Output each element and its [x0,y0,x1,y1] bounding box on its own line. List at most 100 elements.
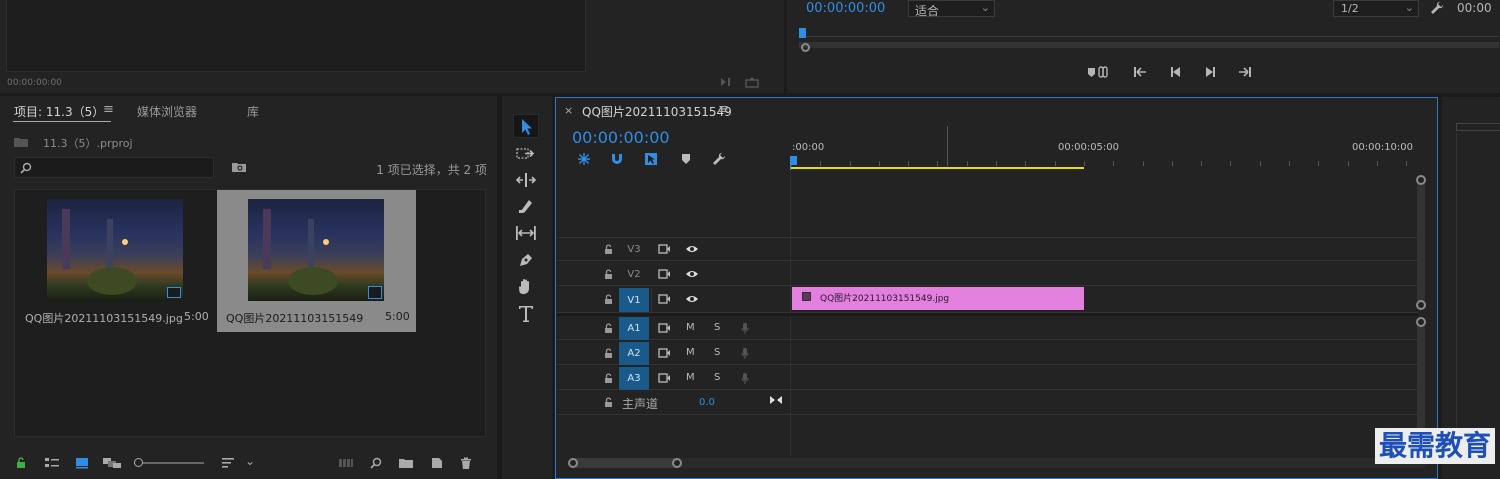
solo-button[interactable]: S [714,322,720,333]
timeline-horizontal-scrollbar[interactable] [568,458,1428,468]
scroll-handle[interactable] [672,458,682,468]
snap-icon[interactable] [609,152,625,166]
track-lock-icon[interactable] [601,396,615,408]
track-lock-icon[interactable] [601,322,615,334]
track-label-a1[interactable]: A1 [619,317,649,340]
zoom-slider[interactable] [134,458,204,467]
program-timecode[interactable]: 00:00:00:00 [806,1,885,16]
track-label-v1[interactable]: V1 [619,288,649,312]
timeline-settings-wrench-icon[interactable] [711,151,727,167]
track-lock-icon[interactable] [601,268,615,280]
insert-icon[interactable] [718,75,734,89]
project-item[interactable]: QQ图片20211103151549.jpg 5:00 [15,190,216,332]
zoom-select[interactable]: 适合 ⌄ [908,0,995,18]
video-vertical-scrollbar[interactable] [1417,178,1425,309]
sync-lock-icon[interactable] [657,347,671,359]
track-label-v2[interactable]: V2 [619,263,649,285]
solo-button[interactable]: S [714,372,720,383]
eye-icon[interactable] [684,293,700,305]
track-select-tool-icon[interactable] [514,144,538,164]
track-label-v3[interactable]: V3 [619,238,649,260]
new-search-bin-icon[interactable] [230,159,248,175]
timeline-timecode[interactable]: 00:00:00:00 [572,128,670,147]
program-scroll-handle[interactable] [801,43,810,52]
track-lock-icon[interactable] [601,347,615,359]
sync-lock-icon[interactable] [657,243,671,255]
scroll-handle[interactable] [1416,300,1426,310]
master-track[interactable] [557,391,1418,415]
trash-icon[interactable] [458,456,474,470]
program-ruler[interactable] [799,30,1499,52]
sync-lock-icon[interactable] [657,293,671,305]
zoom-slider-handle[interactable] [134,458,143,467]
timeline-clip[interactable]: QQ图片20211103151549.jpg [792,287,1084,310]
microphone-icon[interactable] [738,371,752,385]
freeform-view-icon[interactable] [101,456,123,470]
microphone-icon[interactable] [738,346,752,360]
tab-media-browser[interactable]: 媒体浏览器 [137,103,197,120]
sync-lock-icon[interactable] [657,372,671,384]
microphone-icon[interactable] [738,321,752,335]
source-patch-v1[interactable] [651,288,652,312]
master-volume[interactable]: 0.0 [699,397,715,408]
lock-icon[interactable] [14,456,28,470]
step-back-icon[interactable] [1167,64,1185,80]
new-bin-icon[interactable] [397,456,415,470]
scroll-handle[interactable] [568,458,578,468]
icon-view-icon[interactable] [73,456,91,470]
automate-to-sequence-icon[interactable] [337,456,355,470]
chevron-down-icon[interactable]: ⌄ [245,454,255,468]
hand-tool-icon[interactable] [514,276,538,296]
go-to-next-edit-icon[interactable] [768,394,784,406]
solo-button[interactable]: S [714,347,720,358]
step-forward-icon[interactable] [1201,64,1219,80]
add-marker-icon[interactable] [1086,64,1110,80]
search-input[interactable] [14,157,214,178]
scroll-handle[interactable] [1416,317,1426,327]
track-lock-icon[interactable] [601,293,615,305]
eye-icon[interactable] [684,268,700,280]
sequence-tab[interactable]: QQ图片20211103151549 [582,103,732,120]
track-label-a3[interactable]: A3 [619,367,649,390]
selection-tool[interactable] [513,114,539,138]
go-to-out-icon[interactable] [1236,64,1254,80]
wrench-icon[interactable] [1429,0,1445,16]
go-to-in-icon[interactable] [1131,64,1149,80]
track-lock-icon[interactable] [601,372,615,384]
slip-tool-icon[interactable] [514,223,538,243]
export-frame-icon[interactable] [744,75,760,89]
razor-tool-icon[interactable] [514,196,538,216]
mute-button[interactable]: M [686,322,695,333]
scroll-handle[interactable] [1416,175,1426,185]
panel-menu-icon[interactable]: ≡ [103,102,114,117]
track-lock-icon[interactable] [601,243,615,255]
sort-icon[interactable] [220,456,236,470]
program-playhead[interactable] [799,28,806,38]
close-icon[interactable]: × [564,104,573,117]
sync-lock-icon[interactable] [657,322,671,334]
item-duration: 5:00 [385,310,410,323]
track-label-a2[interactable]: A2 [619,342,649,365]
work-area-bar[interactable] [791,167,1084,169]
ripple-edit-tool-icon[interactable] [514,170,538,190]
pen-tool-icon[interactable] [514,250,538,270]
linked-selection-icon[interactable] [643,152,659,166]
resolution-select[interactable]: 1/2 ⌄ [1333,0,1419,17]
tab-project[interactable]: 项目: 11.3（5） [14,103,104,120]
scroll-thumb[interactable] [568,458,680,468]
find-icon[interactable] [368,456,384,470]
timeline-playhead-head[interactable] [790,156,797,165]
add-marker-icon[interactable] [679,152,693,166]
tab-libraries[interactable]: 库 [247,103,259,120]
panel-menu-icon[interactable]: ≡ [718,102,729,117]
type-tool-icon[interactable] [514,303,538,325]
nest-icon[interactable] [576,152,592,166]
project-file-name: 11.3（5）.prproj [43,137,133,150]
list-view-icon[interactable] [43,456,61,470]
project-item[interactable]: QQ图片20211103151549 5:00 [217,190,416,332]
mute-button[interactable]: M [686,347,695,358]
eye-icon[interactable] [684,243,700,255]
mute-button[interactable]: M [686,372,695,383]
sync-lock-icon[interactable] [657,268,671,280]
new-item-icon[interactable] [429,456,445,470]
